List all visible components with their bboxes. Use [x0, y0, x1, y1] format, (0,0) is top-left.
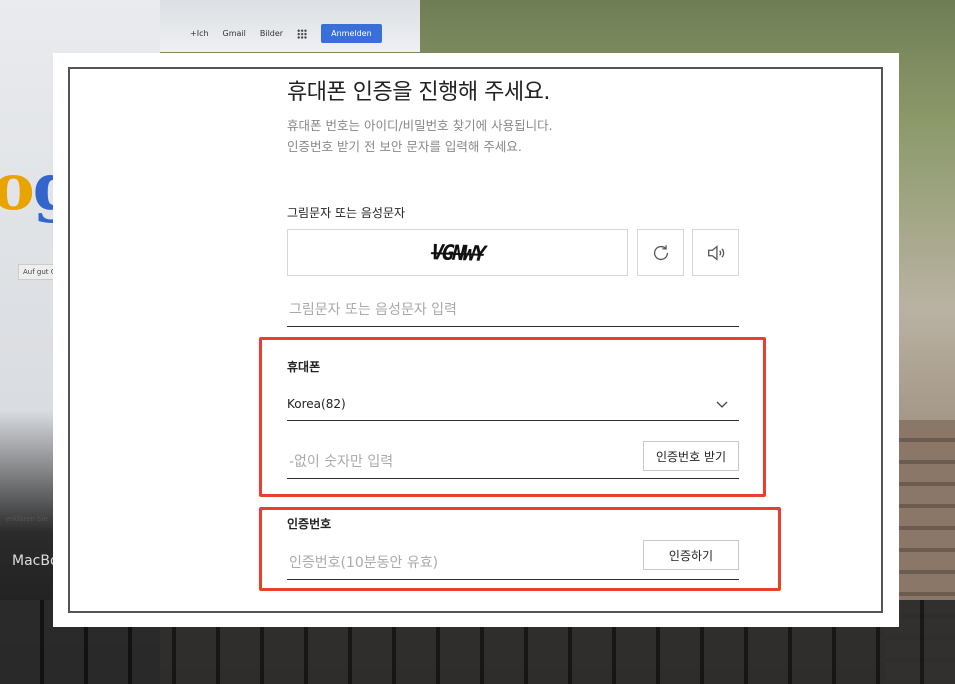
page-title: 휴대폰 인증을 진행해 주세요.	[287, 80, 550, 105]
background-google-topbar: +Ich Gmail Bilder Anmelden	[190, 24, 382, 43]
bg-topbar-ich: +Ich	[190, 29, 209, 38]
speaker-icon	[707, 244, 724, 261]
captcha-image-text: VGNWY	[428, 239, 487, 266]
subtitle-line-1: 휴대폰 번호는 아이디/비밀번호 찾기에 사용됩니다.	[287, 118, 553, 133]
bg-anmelden-button: Anmelden	[321, 24, 382, 43]
captcha-image: VGNWY	[287, 229, 628, 276]
subtitle-line-2: 인증번호 받기 전 보안 문자를 입력해 주세요.	[287, 139, 522, 154]
captcha-input[interactable]	[287, 293, 739, 327]
country-code-value: Korea(82)	[287, 397, 346, 411]
get-code-button[interactable]: 인증번호 받기	[643, 441, 739, 471]
chevron-down-icon	[716, 401, 728, 408]
refresh-icon	[653, 244, 668, 260]
captcha-refresh-button[interactable]	[637, 229, 684, 276]
verification-label: 인증번호	[287, 517, 332, 531]
captcha-label: 그림문자 또는 음성문자	[287, 206, 406, 220]
phone-label: 휴대폰	[287, 360, 321, 374]
bg-topbar-gmail: Gmail	[222, 29, 246, 38]
bg-laptop-brand: MacBo	[12, 553, 59, 569]
bg-footer-text: erklären Sie	[6, 515, 48, 523]
verify-button[interactable]: 인증하기	[643, 540, 739, 570]
bg-topbar-bilder: Bilder	[259, 29, 284, 38]
captcha-audio-button[interactable]	[692, 229, 739, 276]
apps-grid-icon	[297, 28, 308, 39]
country-code-select[interactable]: Korea(82)	[287, 388, 739, 421]
